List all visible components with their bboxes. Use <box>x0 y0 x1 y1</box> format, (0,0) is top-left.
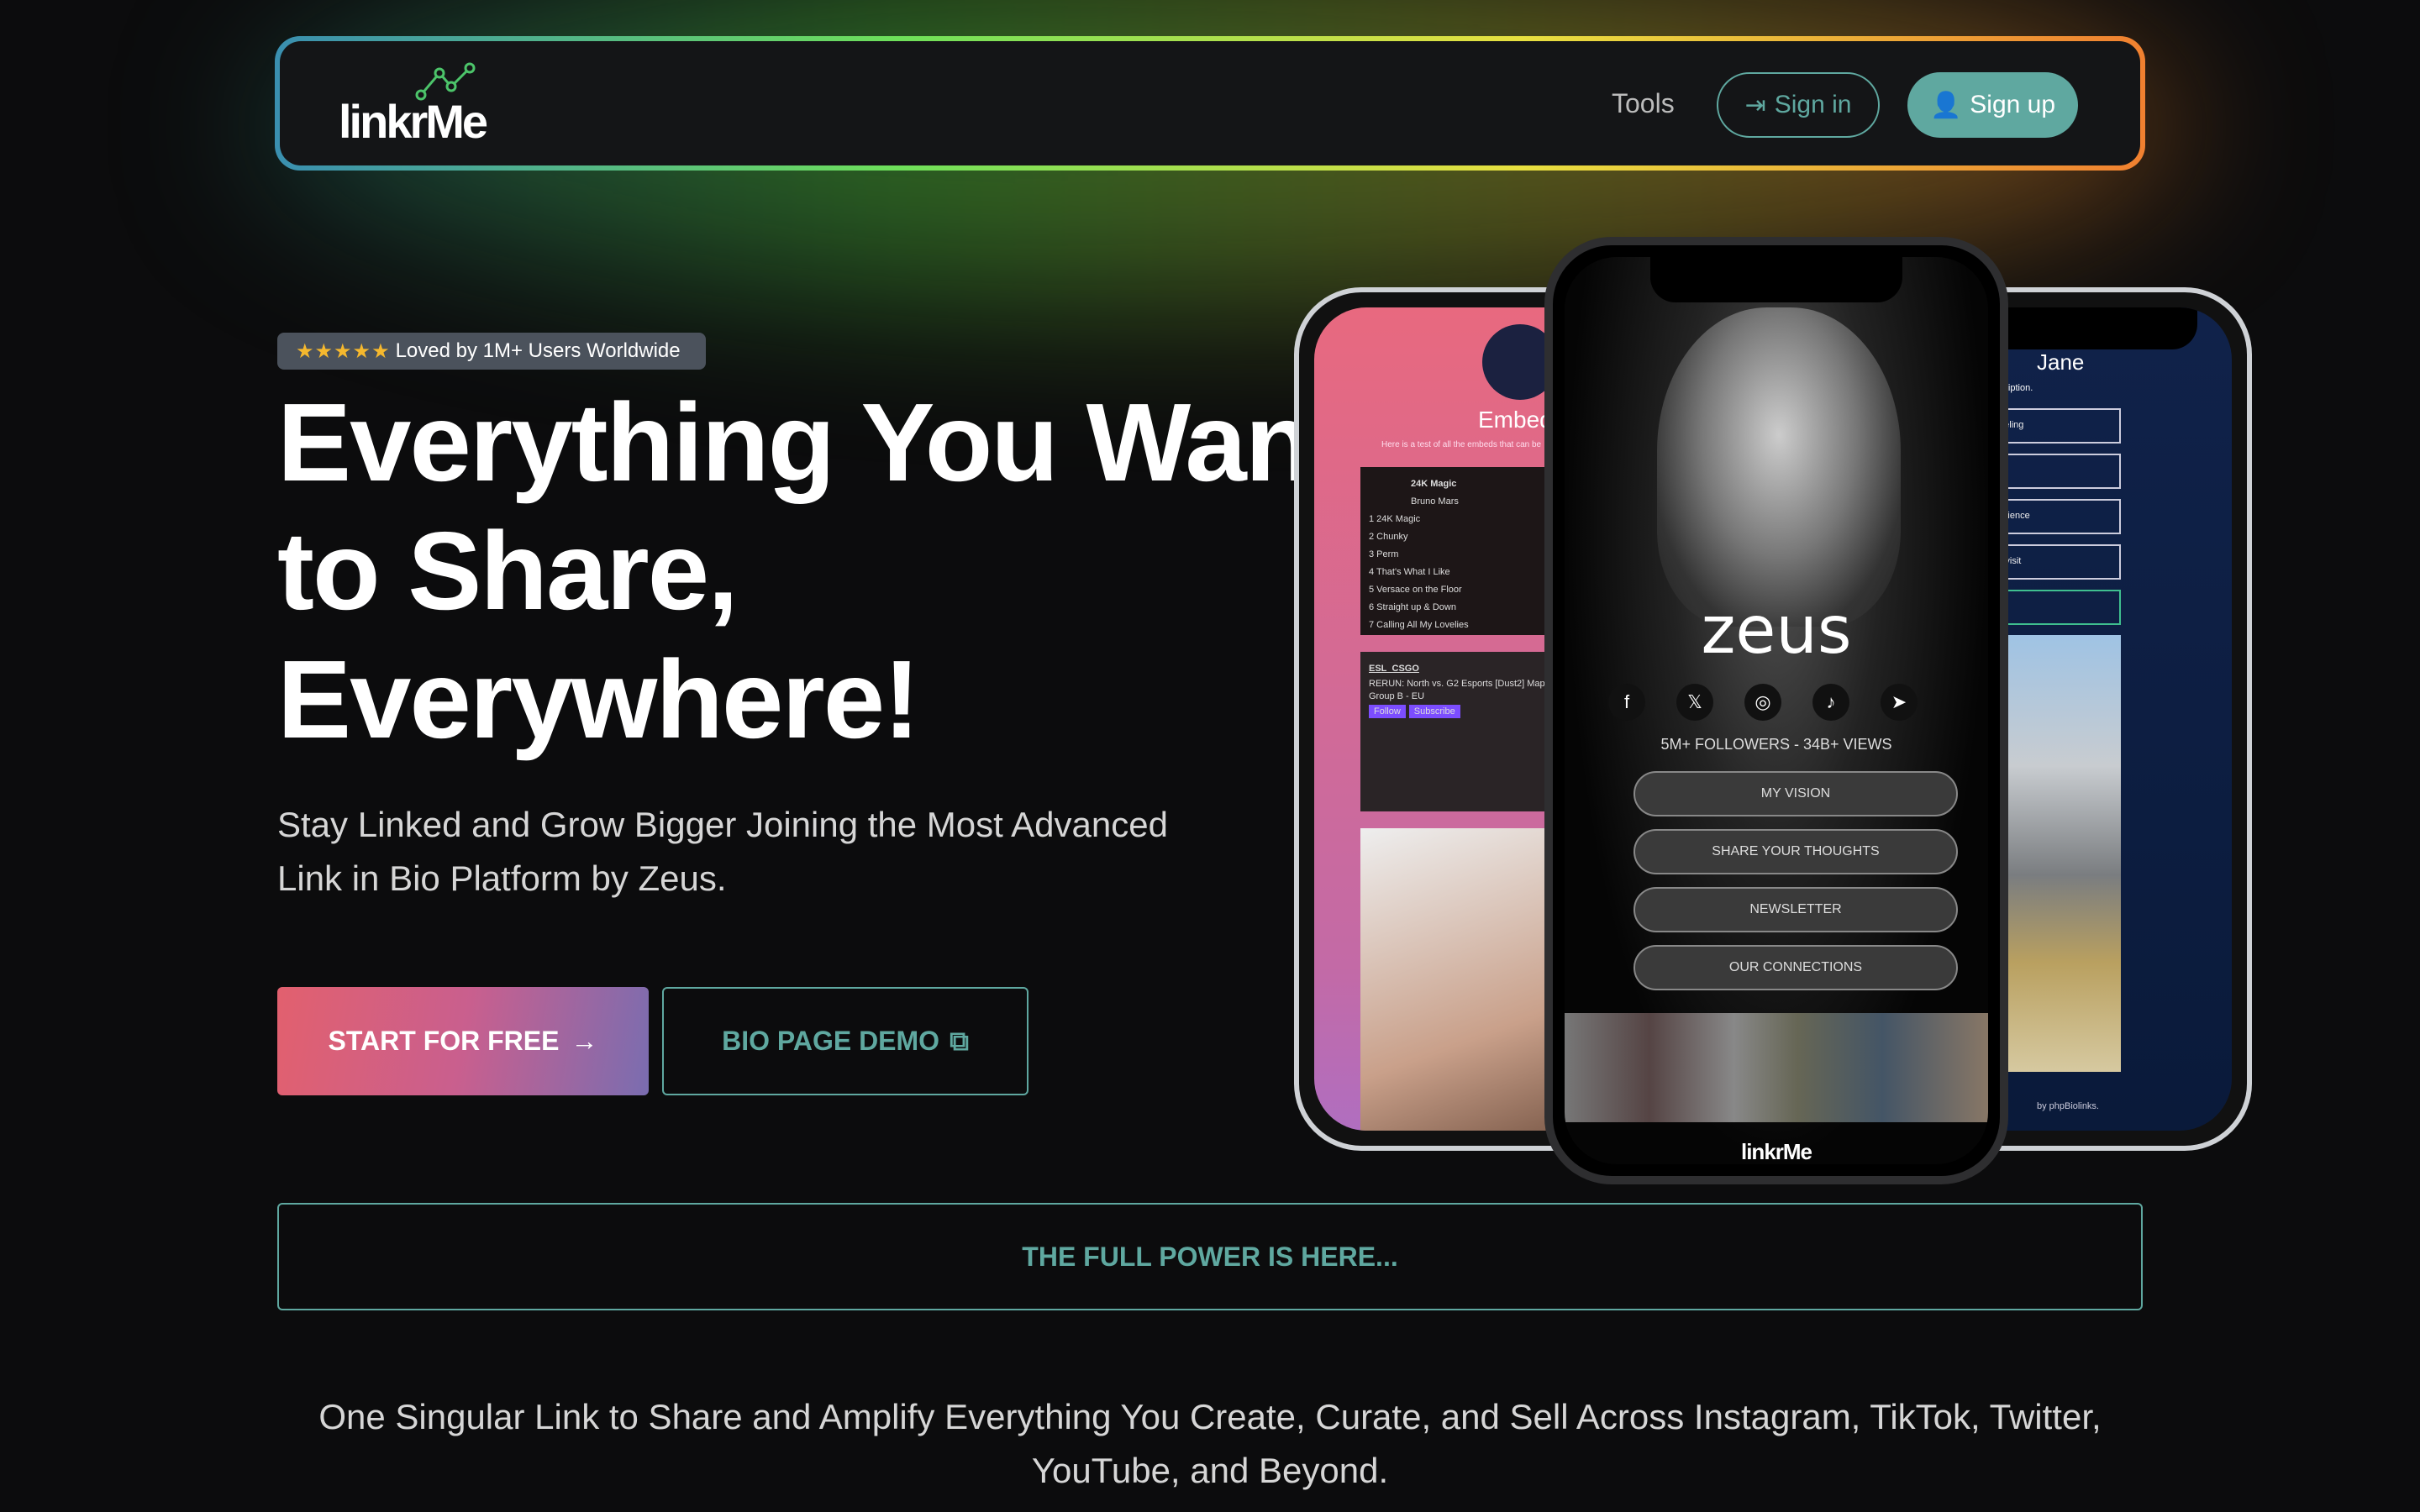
demo-label: BIO PAGE DEMO <box>722 1026 940 1056</box>
profile-name: zeus <box>1701 593 1852 669</box>
navbar: linkrMe Tools ⇥ Sign in 👤 Sign up <box>277 39 2143 168</box>
subscribe-button: Subscribe <box>1408 705 1460 718</box>
nav-tools-link[interactable]: Tools <box>1612 88 1675 119</box>
video-thumbnails <box>1565 1013 1988 1122</box>
logo-text: linkrMe <box>339 95 488 148</box>
tiktok-icon: ♪ <box>1812 684 1849 721</box>
phone-mockup-zeus: zeus f 𝕏 ◎ ♪ ➤ 5M+ FOLLOWERS - 34B+ VIEW… <box>1544 237 2008 1184</box>
sign-in-label: Sign in <box>1774 91 1852 118</box>
bio-page-demo-button[interactable]: BIO PAGE DEMO ⧉ <box>662 987 1028 1095</box>
zeus-portrait <box>1657 307 1901 627</box>
follow-button: Follow <box>1369 705 1406 718</box>
telegram-icon: ➤ <box>1881 684 1918 721</box>
start-label: START FOR FREE <box>328 1026 560 1056</box>
instagram-icon: ◎ <box>1744 684 1781 721</box>
logo[interactable]: linkrMe <box>339 62 507 149</box>
sign-up-label: Sign up <box>1970 91 2056 118</box>
link-button: SHARE YOUR THOUGHTS <box>1634 829 1958 874</box>
sign-in-button[interactable]: ⇥ Sign in <box>1717 72 1880 138</box>
jane-name: Jane <box>2037 349 2085 375</box>
hero-title: Everything You Want to Share, Everywhere… <box>277 381 1348 761</box>
link-button: OUR CONNECTIONS <box>1634 945 1958 990</box>
tagline: One Singular Link to Share and Amplify E… <box>318 1397 2102 1490</box>
hero-subtitle: Stay Linked and Grow Bigger Joining the … <box>277 805 1168 898</box>
star-icons: ★★★★★ <box>296 339 391 363</box>
phone-notch <box>1650 257 1902 302</box>
full-power-banner[interactable]: THE FULL POWER IS HERE... <box>277 1203 2143 1310</box>
link-button: MY VISION <box>1634 771 1958 816</box>
link-button: NEWSLETTER <box>1634 887 1958 932</box>
start-for-free-button[interactable]: START FOR FREE → <box>277 987 649 1095</box>
profile-stats: 5M+ FOLLOWERS - 34B+ VIEWS <box>1660 736 1892 753</box>
facebook-icon: f <box>1608 684 1645 721</box>
footer-logo: linkrMe <box>1740 1139 1812 1164</box>
embeds-desc: Here is a test of all the embeds that ca… <box>1381 440 1542 449</box>
rating-badge: ★★★★★ Loved by 1M+ Users Worldwide <box>277 333 706 370</box>
x-icon: 𝕏 <box>1676 684 1713 721</box>
jane-footer: by phpBiolinks. <box>2037 1101 2099 1111</box>
sign-up-button[interactable]: 👤 Sign up <box>1907 72 2078 138</box>
badge-text: Loved by 1M+ Users Worldwide <box>395 339 681 362</box>
user-plus-icon: 👤 <box>1929 91 1962 119</box>
sign-in-icon: ⇥ <box>1744 91 1766 119</box>
external-link-icon: ⧉ <box>950 1025 969 1056</box>
arrow-right-icon: → <box>571 1026 598 1056</box>
